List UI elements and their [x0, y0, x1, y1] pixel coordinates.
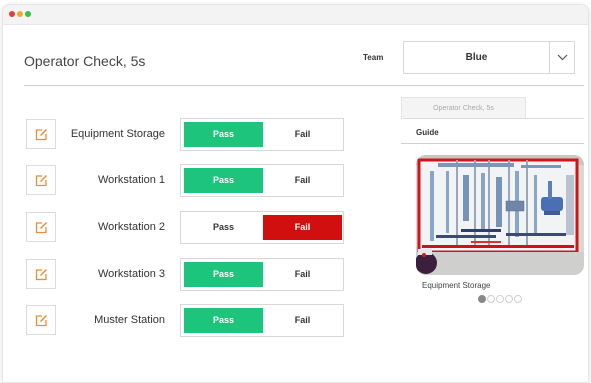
edit-button[interactable]	[26, 165, 56, 195]
check-row-label: Workstation 3	[97, 268, 165, 280]
check-row-muster-station: Muster Station Pass Fail	[26, 304, 346, 337]
edit-icon	[35, 221, 47, 233]
chevron-down-icon	[557, 54, 567, 61]
check-row-label: Muster Station	[94, 314, 165, 326]
maximize-window-control[interactable]	[25, 11, 31, 17]
close-window-control[interactable]	[9, 11, 15, 17]
title-bar	[3, 5, 588, 25]
carousel-dot[interactable]	[478, 295, 486, 303]
check-row-workstation-1: Workstation 1 Pass Fail	[26, 164, 346, 197]
edit-icon	[35, 268, 47, 280]
fail-option[interactable]: Fail	[263, 262, 342, 287]
team-label: Team	[363, 53, 384, 62]
header-divider	[24, 85, 584, 86]
pass-option[interactable]: Pass	[184, 122, 263, 147]
guide-tab-divider	[401, 118, 584, 119]
fail-option[interactable]: Fail	[263, 308, 342, 333]
fail-option[interactable]: Fail	[263, 168, 342, 193]
fail-option[interactable]: Fail	[263, 215, 342, 240]
team-select-toggle[interactable]	[549, 42, 574, 73]
page-title: Operator Check, 5s	[24, 53, 146, 69]
fail-option[interactable]: Fail	[263, 122, 342, 147]
guide-heading: Guide	[416, 128, 439, 137]
carousel-indicator	[478, 295, 522, 303]
guide-tab[interactable]: Operator Check, 5s	[401, 97, 526, 118]
check-row-label: Workstation 2	[97, 221, 165, 233]
check-row-workstation-3: Workstation 3 Pass Fail	[26, 258, 346, 291]
team-select-value: Blue	[465, 52, 488, 63]
app-window: Operator Check, 5s Team Blue Equipment S…	[2, 4, 589, 383]
pass-fail-toggle: Pass Fail	[180, 118, 344, 151]
carousel-dot[interactable]	[505, 295, 513, 303]
pass-option[interactable]: Pass	[184, 308, 263, 333]
edit-icon	[35, 128, 47, 140]
edit-icon	[35, 314, 47, 326]
guide-photo[interactable]	[416, 155, 584, 275]
team-select[interactable]: Blue	[403, 41, 575, 74]
edit-button[interactable]	[26, 305, 56, 335]
check-row-workstation-2: Workstation 2 Pass Fail	[26, 211, 346, 244]
pass-option[interactable]: Pass	[184, 215, 263, 240]
guide-caption: Equipment Storage	[422, 281, 491, 290]
edit-button[interactable]	[26, 119, 56, 149]
minimize-window-control[interactable]	[17, 11, 23, 17]
edit-icon	[35, 174, 47, 186]
carousel-dot[interactable]	[487, 295, 495, 303]
pass-fail-toggle: Pass Fail	[180, 211, 344, 244]
pass-option[interactable]: Pass	[184, 262, 263, 287]
check-row-equipment-storage: Equipment Storage Pass Fail	[26, 118, 346, 151]
pass-fail-toggle: Pass Fail	[180, 164, 344, 197]
carousel-dot[interactable]	[496, 295, 504, 303]
guide-divider	[401, 143, 584, 144]
pass-fail-toggle: Pass Fail	[180, 304, 344, 337]
pass-option[interactable]: Pass	[184, 168, 263, 193]
edit-button[interactable]	[26, 212, 56, 242]
equipment-storage-photo	[416, 155, 584, 275]
check-row-label: Equipment Storage	[70, 128, 165, 140]
check-row-label: Workstation 1	[97, 174, 165, 186]
edit-button[interactable]	[26, 259, 56, 289]
guide-panel: Operator Check, 5s Guide Equipment Stora…	[401, 97, 584, 317]
pass-fail-toggle: Pass Fail	[180, 258, 344, 291]
carousel-dot[interactable]	[514, 295, 522, 303]
